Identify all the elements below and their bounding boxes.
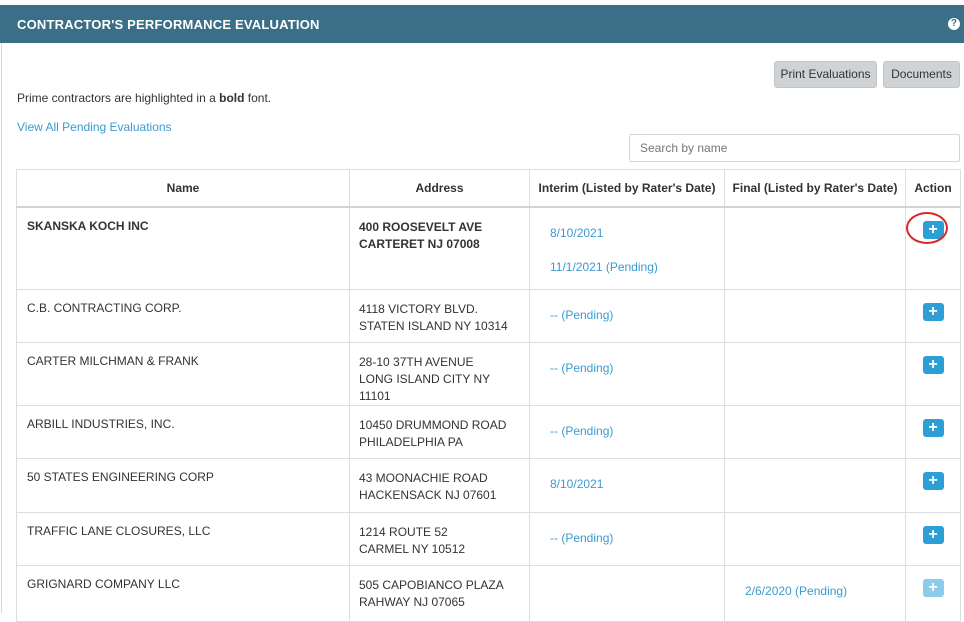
contractor-address: 1214 ROUTE 52 CARMEL NY 10512 (349, 512, 530, 566)
address-line-1: 1214 ROUTE 52 (359, 525, 448, 539)
contractor-name: CARTER MILCHMAN & FRANK (16, 342, 350, 406)
address-line-2: STATEN ISLAND NY 10314 (359, 319, 508, 333)
interim-cell: 8/10/2021 (529, 458, 725, 513)
contractor-name: GRIGNARD COMPANY LLC (16, 565, 350, 622)
add-evaluation-button[interactable]: + (922, 303, 944, 321)
final-cell (724, 342, 906, 406)
table-row: CARTER MILCHMAN & FRANK 28-10 37TH AVENU… (16, 342, 961, 406)
table-row: GRIGNARD COMPANY LLC 505 CAPOBIANCO PLAZ… (16, 565, 961, 622)
final-cell (724, 512, 906, 566)
contractor-address: 28-10 37TH AVENUE LONG ISLAND CITY NY 111… (349, 342, 530, 406)
address-line-1: 4118 VICTORY BLVD. (359, 302, 478, 316)
address-line-2: CARTERET NJ 07008 (359, 236, 480, 251)
final-cell: 2/6/2020 (Pending) (724, 565, 906, 622)
column-header-interim: Interim (Listed by Rater's Date) (529, 169, 725, 208)
interim-evaluation-link[interactable]: 8/10/2021 (550, 477, 704, 491)
final-cell (724, 458, 906, 513)
contractor-address: 43 MOONACHIE ROAD HACKENSACK NJ 07601 (349, 458, 530, 513)
column-header-address: Address (349, 169, 530, 208)
interim-cell: 8/10/2021 11/1/2021 (Pending) (529, 206, 725, 290)
table-row: C.B. CONTRACTING CORP. 4118 VICTORY BLVD… (16, 289, 961, 343)
address-line-2: HACKENSACK NJ 07601 (359, 488, 497, 502)
address-line-1: 43 MOONACHIE ROAD (359, 471, 488, 485)
note-bold-word: bold (219, 91, 245, 105)
column-header-action: Action (905, 169, 961, 208)
add-evaluation-button[interactable]: + (922, 472, 944, 490)
help-icon[interactable]: ? (948, 18, 960, 30)
interim-cell: -- (Pending) (529, 289, 725, 343)
page-header: CONTRACTOR'S PERFORMANCE EVALUATION ? (0, 5, 964, 43)
contractor-address: 400 ROOSEVELT AVE CARTERET NJ 07008 (349, 206, 530, 290)
column-header-final: Final (Listed by Rater's Date) (724, 169, 906, 208)
address-line-1: 505 CAPOBIANCO PLAZA (359, 578, 504, 592)
interim-evaluation-link[interactable]: -- (Pending) (550, 361, 704, 375)
action-cell: + (905, 565, 961, 622)
address-line-2: LONG ISLAND CITY NY 11101 (359, 372, 490, 403)
print-evaluations-button[interactable]: Print Evaluations (774, 61, 877, 88)
contractor-address: 4118 VICTORY BLVD. STATEN ISLAND NY 10314 (349, 289, 530, 343)
documents-button[interactable]: Documents (883, 61, 960, 88)
column-header-name: Name (16, 169, 350, 208)
action-cell: + (905, 405, 961, 459)
final-cell (724, 405, 906, 459)
contractor-table: Name Address Interim (Listed by Rater's … (16, 169, 961, 622)
add-evaluation-button[interactable]: + (922, 579, 944, 597)
contractor-name: C.B. CONTRACTING CORP. (16, 289, 350, 343)
address-line-1: 28-10 37TH AVENUE (359, 355, 474, 369)
interim-evaluation-link[interactable]: 11/1/2021 (Pending) (550, 260, 704, 274)
table-row: SKANSKA KOCH INC 400 ROOSEVELT AVE CARTER… (16, 206, 961, 290)
highlight-circle-annotation (906, 212, 948, 244)
address-line-1: 400 ROOSEVELT AVE (359, 219, 483, 234)
final-cell (724, 206, 906, 290)
interim-evaluation-link[interactable]: -- (Pending) (550, 531, 704, 545)
interim-cell: -- (Pending) (529, 342, 725, 406)
search-input[interactable] (629, 134, 960, 162)
contractor-address: 10450 DRUMMOND ROAD PHILADELPHIA PA (349, 405, 530, 459)
interim-evaluation-link[interactable]: -- (Pending) (550, 424, 704, 438)
contractor-name: TRAFFIC LANE CLOSURES, LLC (16, 512, 350, 566)
action-cell: + (905, 458, 961, 513)
address-line-2: PHILADELPHIA PA (359, 435, 463, 449)
action-cell: + (905, 342, 961, 406)
table-row: TRAFFIC LANE CLOSURES, LLC 1214 ROUTE 52… (16, 512, 961, 566)
table-row: 50 STATES ENGINEERING CORP 43 MOONACHIE … (16, 458, 961, 513)
interim-cell (529, 565, 725, 622)
add-evaluation-button[interactable]: + (922, 526, 944, 544)
address-line-2: RAHWAY NJ 07065 (359, 595, 465, 609)
table-header-row: Name Address Interim (Listed by Rater's … (16, 169, 961, 208)
add-evaluation-button[interactable]: + (922, 356, 944, 374)
prime-contractor-note: Prime contractors are highlighted in a b… (17, 91, 271, 105)
contractor-name: ARBILL INDUSTRIES, INC. (16, 405, 350, 459)
address-line-1: 10450 DRUMMOND ROAD (359, 418, 507, 432)
view-pending-evaluations-link[interactable]: View All Pending Evaluations (17, 120, 172, 134)
action-cell: + (905, 512, 961, 566)
table-row: ARBILL INDUSTRIES, INC. 10450 DRUMMOND R… (16, 405, 961, 459)
note-suffix: font. (244, 91, 272, 105)
add-evaluation-button[interactable]: + (922, 419, 944, 437)
final-evaluation-link[interactable]: 2/6/2020 (Pending) (745, 584, 885, 598)
interim-cell: -- (Pending) (529, 512, 725, 566)
page-title: CONTRACTOR'S PERFORMANCE EVALUATION (17, 16, 320, 32)
contractor-address: 505 CAPOBIANCO PLAZA RAHWAY NJ 07065 (349, 565, 530, 622)
final-cell (724, 289, 906, 343)
address-line-2: CARMEL NY 10512 (359, 542, 466, 556)
contractor-name: SKANSKA KOCH INC (16, 206, 350, 290)
action-cell: + (905, 289, 961, 343)
interim-evaluation-link[interactable]: -- (Pending) (550, 308, 704, 322)
contractor-name: 50 STATES ENGINEERING CORP (16, 458, 350, 513)
note-prefix: Prime contractors are highlighted in a (17, 91, 220, 105)
interim-evaluation-link[interactable]: 8/10/2021 (550, 226, 704, 240)
interim-cell: -- (Pending) (529, 405, 725, 459)
